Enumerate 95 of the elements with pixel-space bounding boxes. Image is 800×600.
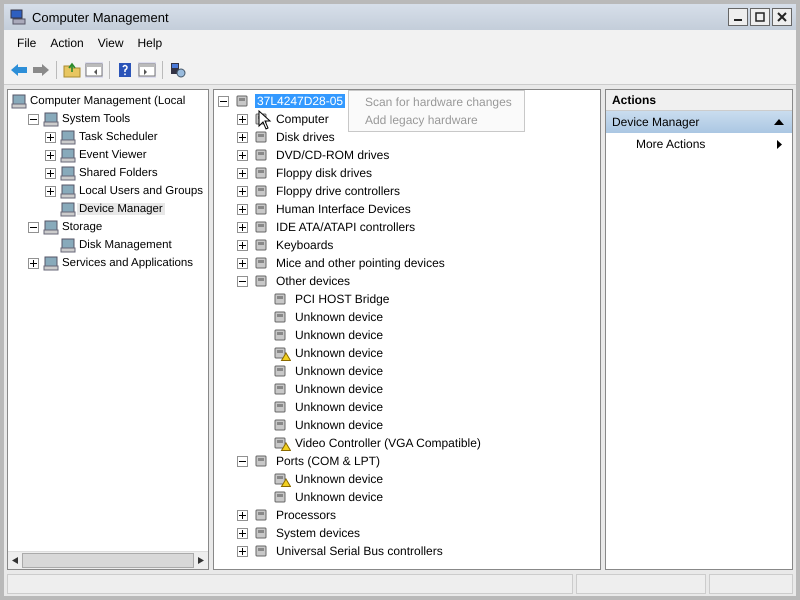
device-tree-item[interactable]: Unknown device [293,328,386,342]
device-tree-item[interactable]: Computer [274,112,331,126]
console-icon [43,219,59,235]
actions-header: Actions [606,90,792,111]
expander-toggle[interactable] [218,96,229,106]
device-tree-item[interactable]: Disk drives [274,130,337,144]
expander-toggle[interactable] [237,546,248,556]
expander-toggle[interactable] [237,456,248,466]
console-icon [60,147,76,163]
action-item[interactable]: More Actions [606,133,792,155]
expander-toggle[interactable] [45,132,56,142]
tree-item[interactable]: Computer Management (Local [28,95,188,107]
device-tree-item[interactable]: Unknown device [293,364,386,378]
tree-pane-icon[interactable] [85,62,103,78]
device-tree-item[interactable]: Universal Serial Bus controllers [274,544,445,558]
expander-toggle[interactable] [237,510,248,520]
tree-item[interactable]: Storage [60,221,104,233]
expander-toggle[interactable] [45,150,56,160]
close-icon [777,12,787,22]
expander-toggle[interactable] [237,114,248,124]
device-tree-item[interactable]: Keyboards [274,238,336,252]
device-tree-item[interactable]: Unknown device [293,400,386,414]
tree-item[interactable]: Disk Management [77,239,174,251]
device-tree-item[interactable]: Unknown device [293,382,386,396]
device-tree-item[interactable]: IDE ATA/ATAPI controllers [274,220,418,234]
help-icon[interactable] [116,62,134,78]
expander-toggle[interactable] [237,168,248,178]
menu-item[interactable]: File [10,34,44,52]
expander-toggle[interactable] [237,132,248,142]
console-icon [60,165,76,181]
device-tree-item[interactable]: Processors [274,508,338,522]
tree-item[interactable]: Shared Folders [77,167,160,179]
device-tree-item[interactable]: Unknown device [293,418,386,432]
expander-toggle[interactable] [28,114,39,124]
console-icon [11,93,27,109]
horizontal-scrollbar[interactable] [8,551,208,569]
maximize-icon [755,12,765,22]
device-tree-item[interactable]: Other devices [274,274,352,288]
expander-toggle[interactable] [45,186,56,196]
computer-icon [10,9,26,25]
actions-section-header[interactable]: Device Manager [606,111,792,133]
submenu-arrow-icon [777,140,782,148]
console-icon [43,255,59,271]
expander-toggle[interactable] [237,150,248,160]
tree-item[interactable]: System Tools [60,113,132,125]
expander-toggle[interactable] [237,204,248,214]
forward-arrow-icon[interactable] [32,62,50,78]
action-pane-icon[interactable] [138,62,156,78]
device-tree-item[interactable]: Unknown device [293,472,386,486]
expander-toggle[interactable] [28,222,39,232]
device-tree-item[interactable]: Video Controller (VGA Compatible) [293,436,483,450]
expander-toggle[interactable] [237,258,248,268]
device-tree-item[interactable]: Floppy drive controllers [274,184,402,198]
device-tree-item[interactable]: Human Interface Devices [274,202,413,216]
minimize-icon [734,19,742,21]
expander-toggle[interactable] [45,168,56,178]
folder-icon[interactable] [63,62,81,78]
device-tree-item[interactable]: System devices [274,526,362,540]
expander-toggle[interactable] [28,258,39,268]
collapse-icon[interactable] [774,119,784,125]
console-icon [60,183,76,199]
device-tree-item[interactable]: Floppy disk drives [274,166,374,180]
expander-toggle[interactable] [237,186,248,196]
device-tree-item[interactable]: PCI HOST Bridge [293,292,392,306]
device-tree-item[interactable]: Mice and other pointing devices [274,256,447,270]
console-icon [43,111,59,127]
menu-item[interactable]: Action [43,34,91,52]
device-tree-item[interactable]: Ports (COM & LPT) [274,454,382,468]
menu-item[interactable]: Help [130,34,170,52]
console-icon [60,237,76,253]
expander-toggle[interactable] [237,276,248,286]
computer-icon[interactable] [169,62,187,78]
scroll-right-icon[interactable] [198,557,204,564]
expander-toggle[interactable] [237,222,248,232]
console-icon [60,129,76,145]
close-button[interactable] [772,8,792,26]
tree-item[interactable]: Local Users and Groups [77,185,206,197]
window-title: Computer Management [32,10,169,24]
expander-toggle[interactable] [237,528,248,538]
maximize-button[interactable] [750,8,770,26]
cursor-icon [258,110,272,130]
device-tree-item[interactable]: Unknown device [293,490,386,504]
device-tree-item[interactable]: DVD/CD-ROM drives [274,148,392,162]
tree-item[interactable]: Device Manager [77,203,165,215]
back-arrow-icon[interactable] [10,62,28,78]
scroll-left-icon[interactable] [12,557,18,564]
minimize-button[interactable] [728,8,748,26]
device-tree-item[interactable]: Unknown device [293,346,386,360]
menu-item[interactable]: View [90,34,130,52]
device-tree-item[interactable]: Unknown device [293,310,386,324]
tree-item[interactable]: Task Scheduler [77,131,160,143]
tree-item[interactable]: Services and Applications [60,257,196,269]
tree-item[interactable]: Event Viewer [77,149,149,161]
console-icon [60,201,76,217]
expander-toggle[interactable] [237,240,248,250]
